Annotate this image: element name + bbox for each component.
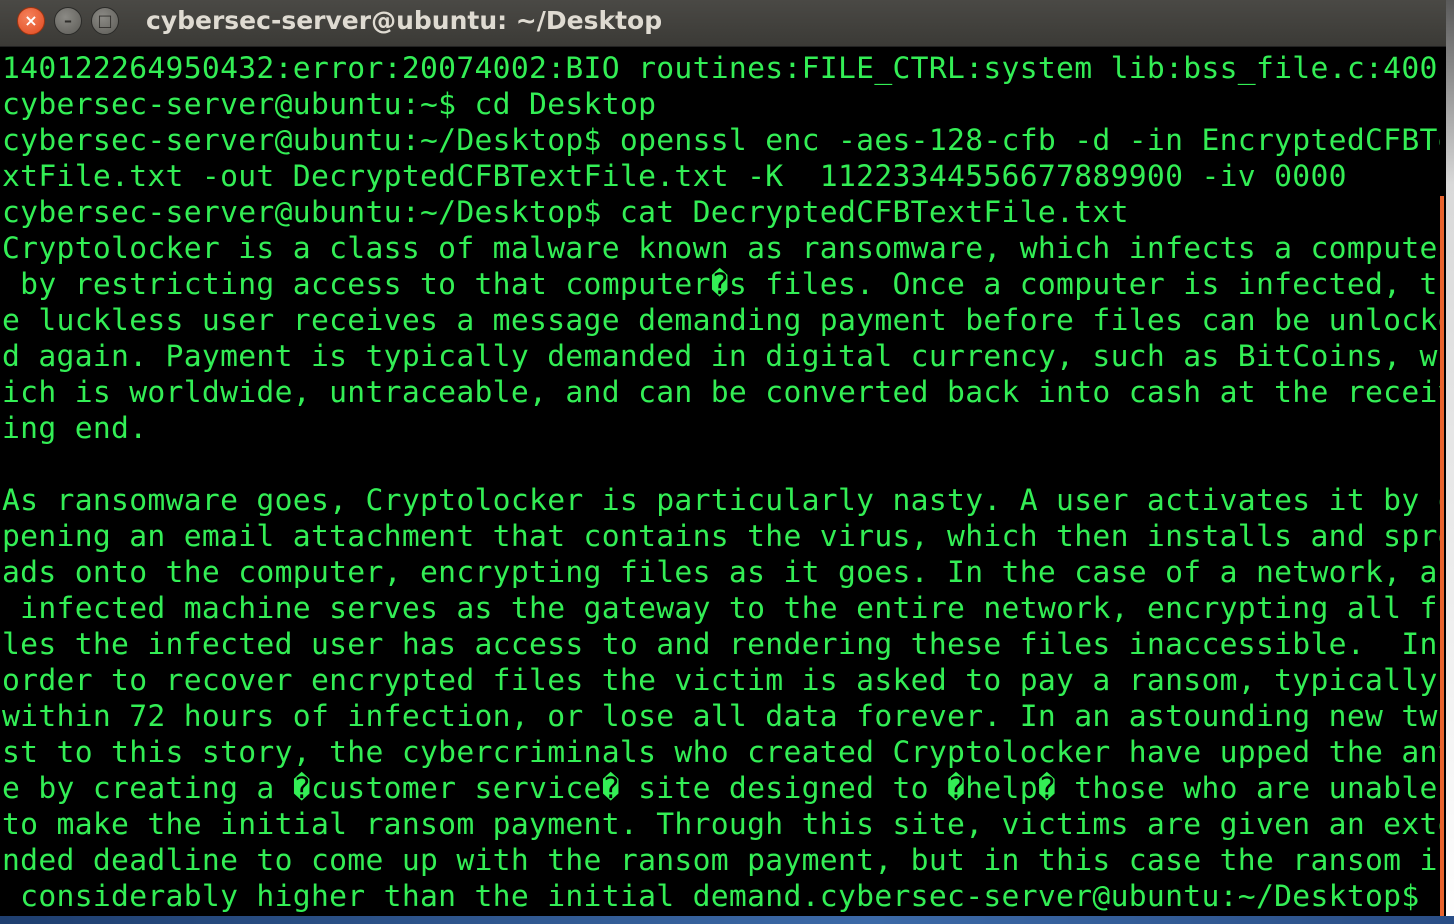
scrollbar[interactable] [1440,196,1444,916]
terminal-line: xtFile.txt -out DecryptedCFBTextFile.txt… [2,159,1347,194]
maximize-window-button[interactable]: □ [91,7,119,35]
terminal-line: ich is worldwide, untraceable, and can b… [2,375,1440,410]
terminal-line: infected machine serves as the gateway t… [2,591,1440,626]
terminal-line: cybersec-server@ubuntu:~$ cd Desktop [2,87,657,122]
terminal-line: nded deadline to come up with the ransom… [2,843,1440,878]
maximize-icon: □ [97,11,113,30]
terminal-line: st to this story, the cybercriminals who… [2,735,1440,770]
terminal-line: e luckless user receives a message deman… [2,303,1440,338]
close-icon: × [24,11,38,30]
terminal-line: As ransomware goes, Cryptolocker is part… [2,483,1440,518]
terminal-line: considerably higher than the initial dem… [2,879,1438,913]
minimize-icon: – [64,11,72,30]
terminal-line: e by creating a �customer service� site … [2,771,1440,806]
terminal-line: by restricting access to that computer�s… [2,267,1440,302]
terminal-line: cybersec-server@ubuntu:~/Desktop$ cat De… [2,195,1129,230]
terminal-line: pening an email attachment that contains… [2,519,1440,554]
terminal-line: ing end. [2,411,148,446]
terminal-line: cybersec-server@ubuntu:~/Desktop$ openss… [2,123,1440,158]
window-title: cybersec-server@ubuntu: ~/Desktop [146,6,663,35]
desktop-background [0,916,1454,924]
terminal-line: d again. Payment is typically demanded i… [2,339,1440,374]
terminal-window: × – □ cybersec-server@ubuntu: ~/Desktop … [0,0,1446,916]
terminal-line: to make the initial ransom payment. Thro… [2,807,1440,842]
close-window-button[interactable]: × [17,7,45,35]
terminal-line: order to recover encrypted files the vic… [2,663,1440,698]
desktop-background-edge [1446,0,1454,924]
minimize-window-button[interactable]: – [54,7,82,35]
terminal-line: les the infected user has access to and … [2,627,1440,662]
terminal-line: 140122264950432:error:20074002:BIO routi… [2,51,1440,86]
terminal-output[interactable]: 140122264950432:error:20074002:BIO routi… [2,51,1440,913]
terminal-line: within 72 hours of infection, or lose al… [2,699,1440,734]
title-bar[interactable]: × – □ cybersec-server@ubuntu: ~/Desktop [0,0,1446,47]
terminal-line: Cryptolocker is a class of malware known… [2,231,1440,266]
terminal-line: ads onto the computer, encrypting files … [2,555,1440,590]
